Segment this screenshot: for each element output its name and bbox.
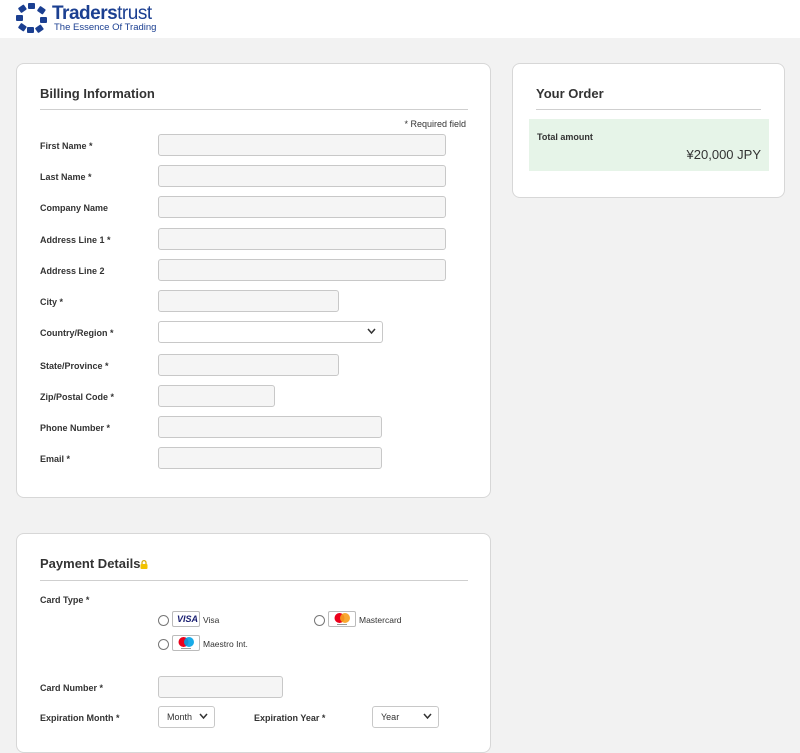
phone-number-input[interactable] (158, 416, 382, 438)
first-name-label: First Name * (40, 141, 93, 151)
address-line-2-label: Address Line 2 (40, 266, 105, 276)
zip-postal-code-label: Zip/Postal Code * (40, 392, 115, 402)
country-region-label: Country/Region * (40, 328, 114, 338)
order-divider (536, 109, 761, 110)
payment-card: Payment Details Card Type * VISA Visa Ma… (16, 533, 491, 753)
email-input[interactable] (158, 447, 382, 469)
visa-radio[interactable] (158, 615, 169, 626)
email-label: Email * (40, 454, 71, 464)
visa-logo-icon: VISA (172, 611, 200, 627)
state-province-label: State/Province * (40, 361, 109, 371)
order-title: Your Order (536, 86, 604, 101)
maestro-label: Maestro Int. (203, 639, 248, 649)
billing-divider (40, 109, 468, 110)
country-region-select[interactable] (158, 321, 383, 343)
expiration-year-label: Expiration Year * (254, 713, 326, 723)
expiration-month-label: Expiration Month * (40, 713, 120, 723)
address-line-1-input[interactable] (158, 228, 446, 250)
expiration-month-value: Month (167, 712, 193, 722)
order-card: Your Order Total amount ¥20,000 JPY (512, 63, 785, 198)
payment-title-text: Payment Details (40, 556, 141, 571)
expiration-year-value: Year (381, 712, 400, 722)
lock-icon (140, 560, 148, 569)
card-number-input[interactable] (158, 676, 283, 698)
city-input[interactable] (158, 290, 339, 312)
total-amount-value: ¥20,000 JPY (686, 147, 761, 162)
expiration-month-select[interactable]: Month (158, 706, 215, 728)
last-name-input[interactable] (158, 165, 446, 187)
zip-postal-code-input[interactable] (158, 385, 275, 407)
maestro-radio[interactable] (158, 639, 169, 650)
mastercard-radio[interactable] (314, 615, 325, 626)
mastercard-label: Mastercard (359, 615, 402, 625)
card-type-label: Card Type * (40, 595, 90, 605)
mastercard-logo-icon (328, 611, 356, 627)
expiration-year-select[interactable]: Year (372, 706, 439, 728)
total-amount-label: Total amount (537, 132, 593, 142)
card-number-label: Card Number * (40, 683, 104, 693)
billing-card: Billing Information * Required field Fir… (16, 63, 491, 498)
logo-mark-icon (16, 3, 47, 33)
top-bar: Traderstrust The Essence Of Trading (0, 0, 800, 38)
chevron-down-icon (199, 713, 208, 720)
company-name-label: Company Name (40, 203, 109, 213)
total-amount-box: Total amount ¥20,000 JPY (529, 119, 769, 171)
brand-tagline: The Essence Of Trading (54, 22, 157, 33)
address-line-1-label: Address Line 1 * (40, 235, 111, 245)
traderstrust-logo[interactable]: Traderstrust The Essence Of Trading (16, 2, 176, 34)
visa-label: Visa (203, 615, 220, 625)
billing-title: Billing Information (40, 86, 155, 101)
payment-title: Payment Details (40, 556, 140, 571)
address-line-2-input[interactable] (158, 259, 446, 281)
last-name-label: Last Name * (40, 172, 92, 182)
payment-divider (40, 580, 468, 581)
phone-number-label: Phone Number * (40, 423, 111, 433)
chevron-down-icon (367, 328, 376, 335)
company-name-input[interactable] (158, 196, 446, 218)
required-field-note: * Required field (404, 119, 466, 129)
city-label: City * (40, 297, 64, 307)
state-province-input[interactable] (158, 354, 339, 376)
first-name-input[interactable] (158, 134, 446, 156)
maestro-logo-icon (172, 635, 200, 651)
chevron-down-icon (423, 713, 432, 720)
